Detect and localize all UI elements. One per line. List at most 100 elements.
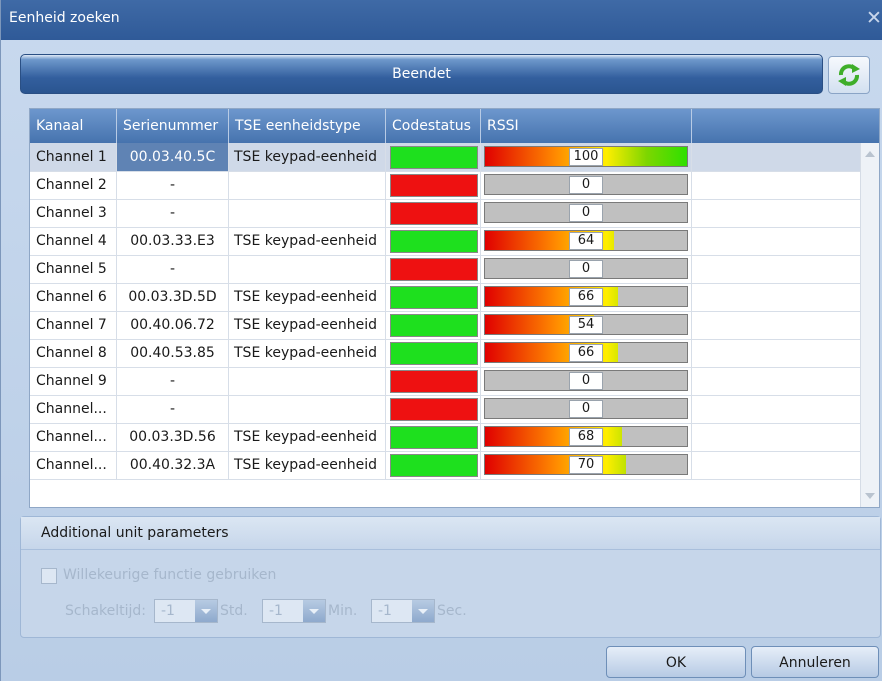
table-row[interactable]: Channel... - 0: [30, 395, 860, 424]
code-status-cell: [386, 367, 481, 395]
table-row[interactable]: Channel 5- 0: [30, 255, 860, 284]
rssi-value: 64: [569, 232, 603, 250]
cancel-button[interactable]: Annuleren: [751, 646, 879, 678]
minutes-unit: Min.: [328, 603, 358, 619]
code-status-cell: [386, 423, 481, 451]
rssi-value: 0: [569, 400, 603, 418]
units-grid[interactable]: Kanaal Serienummer TSE eenheidstype Code…: [29, 108, 880, 508]
column-header-serienummer[interactable]: Serienummer: [117, 109, 229, 143]
table-row[interactable]: Channel 8 00.40.53.85 TSE keypad-eenheid 66: [30, 339, 860, 368]
scroll-down-icon[interactable]: [865, 493, 875, 499]
unit-type-cell: TSE keypad-eenheid: [229, 423, 386, 451]
seconds-value: -1: [378, 603, 392, 619]
random-function-checkbox[interactable]: [41, 568, 57, 584]
minutes-dropdown-icon[interactable]: [303, 600, 325, 622]
unit-type-cell: [229, 395, 386, 423]
rssi-bar: 100: [484, 146, 688, 167]
code-status-indicator: [390, 454, 478, 477]
code-status-indicator: [390, 258, 478, 281]
code-status-cell: [386, 339, 481, 367]
dialog-window: Eenheid zoeken ✕ Beendet Kanaal Serienum…: [0, 0, 882, 681]
rssi-bar: 0: [484, 370, 688, 391]
unit-type-cell: TSE keypad-eenheid: [229, 451, 386, 479]
switch-time-row: Schakeltijd: -1 Std. -1 Min. -1 Sec.: [21, 599, 880, 625]
minutes-value: -1: [269, 603, 283, 619]
serial-cell: 00.03.40.5C: [117, 143, 229, 171]
ok-button[interactable]: OK: [606, 646, 746, 678]
schakeltijd-label: Schakeltijd:: [65, 603, 147, 619]
rssi-bar: 54: [484, 314, 688, 335]
rssi-value: 100: [569, 148, 603, 166]
table-row[interactable]: Channel 1 00.03.40.5C TSE keypad-eenheid 10…: [30, 143, 860, 172]
code-status-indicator: [390, 426, 478, 449]
code-status-cell: [386, 283, 481, 311]
rssi-bar: 64: [484, 230, 688, 251]
code-status-indicator: [390, 174, 478, 197]
table-row[interactable]: Channel 6 00.03.3D.5D TSE keypad-eenheid 66: [30, 283, 860, 312]
rssi-value: 0: [569, 176, 603, 194]
rssi-bar: 68: [484, 426, 688, 447]
unit-type-cell: TSE keypad-eenheid: [229, 143, 386, 171]
column-header-empty: [692, 109, 879, 143]
kanaal-cell: Channel 4: [30, 227, 117, 255]
kanaal-cell: Channel...: [30, 395, 117, 423]
additional-params-panel: Additional unit parameters Willekeurige …: [20, 516, 881, 638]
rssi-value: 54: [569, 316, 603, 334]
column-header-type[interactable]: TSE eenheidstype: [229, 109, 386, 143]
rssi-bar: 70: [484, 454, 688, 475]
rssi-value: 70: [569, 456, 603, 474]
seconds-dropdown-icon[interactable]: [412, 600, 434, 622]
seconds-spinner[interactable]: -1: [371, 599, 435, 623]
rssi-cell: 0: [481, 199, 692, 227]
rssi-value: 68: [569, 428, 603, 446]
unit-type-cell: [229, 367, 386, 395]
grid-header: Kanaal Serienummer TSE eenheidstype Code…: [30, 109, 879, 143]
refresh-button[interactable]: [828, 56, 870, 94]
refresh-icon: [838, 64, 860, 86]
params-header[interactable]: Additional unit parameters: [21, 517, 880, 550]
column-header-codestatus[interactable]: Codestatus: [386, 109, 481, 143]
random-function-label: Willekeurige functie gebruiken: [63, 567, 277, 583]
column-header-kanaal[interactable]: Kanaal: [30, 109, 117, 143]
window-title: Eenheid zoeken: [9, 10, 120, 26]
table-row[interactable]: Channel 9- 0: [30, 367, 860, 396]
rssi-bar: 0: [484, 258, 688, 279]
rssi-value: 66: [569, 344, 603, 362]
rssi-value: 0: [569, 204, 603, 222]
serial-cell: -: [117, 395, 229, 423]
table-row[interactable]: Channel 7 00.40.06.72 TSE keypad-eenheid 54: [30, 311, 860, 340]
rssi-cell: 0: [481, 171, 692, 199]
serial-cell: -: [117, 199, 229, 227]
rssi-cell: 64: [481, 227, 692, 255]
title-bar[interactable]: Eenheid zoeken ✕: [1, 0, 882, 40]
rssi-cell: 100: [481, 143, 692, 171]
table-row[interactable]: Channel 3- 0: [30, 199, 860, 228]
minutes-spinner[interactable]: -1: [262, 599, 326, 623]
rssi-bar: 66: [484, 286, 688, 307]
serial-cell: 00.03.3D.5D: [117, 283, 229, 311]
unit-type-cell: TSE keypad-eenheid: [229, 283, 386, 311]
hours-spinner[interactable]: -1: [154, 599, 218, 623]
hours-dropdown-icon[interactable]: [195, 600, 217, 622]
unit-type-cell: [229, 199, 386, 227]
code-status-cell: [386, 143, 481, 171]
scroll-up-icon[interactable]: [865, 151, 875, 157]
close-icon[interactable]: ✕: [865, 8, 882, 30]
column-header-rssi[interactable]: RSSI: [481, 109, 692, 143]
serial-cell: 00.03.33.E3: [117, 227, 229, 255]
unit-type-cell: [229, 171, 386, 199]
rssi-value: 66: [569, 288, 603, 306]
table-row[interactable]: Channel... 00.03.3D.56 TSE keypad-eenheid 6…: [30, 423, 860, 452]
vertical-scrollbar[interactable]: [860, 143, 879, 507]
code-status-indicator: [390, 146, 478, 169]
code-status-cell: [386, 255, 481, 283]
code-status-indicator: [390, 370, 478, 393]
table-row[interactable]: Channel 4 00.03.33.E3 TSE keypad-eenheid 64: [30, 227, 860, 256]
table-row[interactable]: Channel... 00.40.32.3A TSE keypad-eenheid 7…: [30, 451, 860, 480]
rssi-fill: [485, 455, 626, 474]
table-row[interactable]: Channel 2- 0: [30, 171, 860, 200]
code-status-indicator: [390, 398, 478, 421]
rssi-value: 0: [569, 260, 603, 278]
kanaal-cell: Channel 7: [30, 311, 117, 339]
rssi-cell: 54: [481, 311, 692, 339]
